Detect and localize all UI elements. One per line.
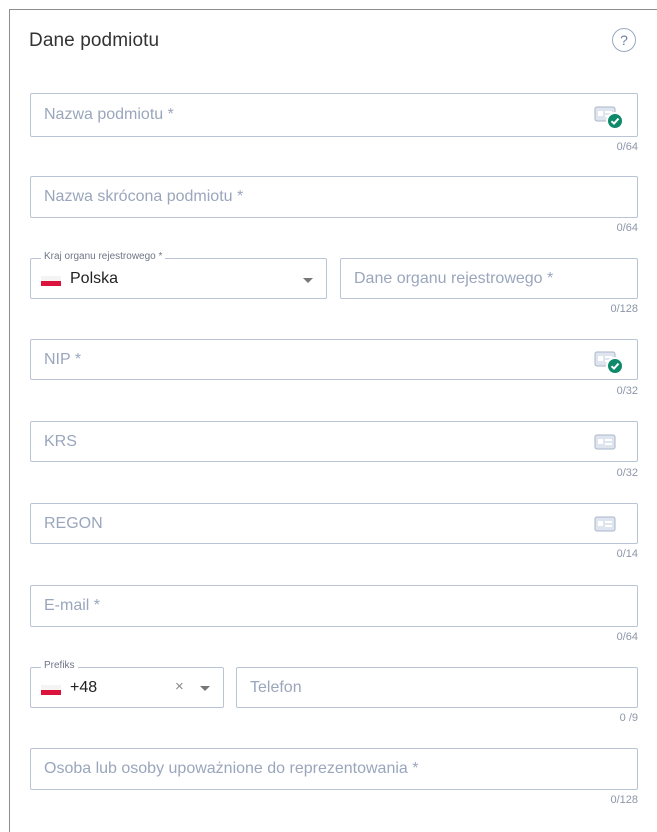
representative-placeholder: Osoba lub osoby upoważnione do reprezent…	[44, 760, 419, 777]
chevron-down-icon[interactable]	[200, 686, 210, 691]
phone-prefix-value: +48	[70, 679, 98, 696]
representative-counter: 0/128	[610, 794, 638, 806]
krs-placeholder: KRS	[44, 432, 77, 450]
entity-name-counter: 0/64	[616, 141, 638, 153]
registry-country-value: Polska	[70, 270, 119, 287]
poland-flag-icon	[41, 276, 61, 286]
phone-prefix-label: Prefiks	[41, 660, 78, 671]
representative-field[interactable]: Osoba lub osoby upoważnione do reprezent…	[30, 748, 638, 790]
entity-short-name-placeholder: Nazwa skrócona podmiotu *	[44, 188, 244, 205]
regon-field[interactable]: REGON	[30, 503, 638, 544]
regon-counter: 0/14	[616, 548, 638, 560]
entity-name-placeholder: Nazwa podmiotu *	[44, 106, 174, 123]
chevron-down-icon[interactable]	[303, 278, 313, 283]
registry-country-label: Kraj organu rejestrowego *	[41, 251, 166, 262]
poland-flag-icon	[41, 685, 61, 695]
entity-name-field[interactable]: Nazwa podmiotu *	[30, 93, 638, 137]
nip-field[interactable]: NIP *	[30, 339, 638, 380]
phone-counter: 0 /9	[619, 712, 638, 724]
id-card-icon[interactable]	[594, 516, 616, 532]
check-circle-icon	[606, 112, 624, 130]
registry-body-counter: 0/128	[610, 303, 638, 315]
email-field[interactable]: E-mail *	[30, 585, 638, 627]
section-title: Dane podmiotu	[29, 30, 160, 51]
entity-short-name-counter: 0/64	[616, 222, 638, 234]
krs-field[interactable]: KRS	[30, 421, 638, 462]
id-card-icon[interactable]	[594, 434, 616, 450]
nip-counter: 0/32	[616, 385, 638, 397]
clear-icon[interactable]: ×	[175, 678, 184, 695]
registry-body-placeholder: Dane organu rejestrowego *	[354, 269, 554, 287]
email-counter: 0/64	[616, 631, 638, 643]
entity-short-name-field[interactable]: Nazwa skrócona podmiotu *	[30, 176, 638, 218]
phone-placeholder: Telefon	[250, 678, 302, 696]
email-placeholder: E-mail *	[44, 597, 101, 614]
regon-placeholder: REGON	[44, 514, 103, 532]
krs-counter: 0/32	[616, 467, 638, 479]
check-circle-icon	[606, 357, 624, 375]
phone-field[interactable]: Telefon	[236, 667, 638, 708]
help-icon[interactable]: ?	[612, 28, 636, 52]
registry-body-field[interactable]: Dane organu rejestrowego *	[340, 258, 638, 299]
nip-placeholder: NIP *	[44, 350, 82, 368]
